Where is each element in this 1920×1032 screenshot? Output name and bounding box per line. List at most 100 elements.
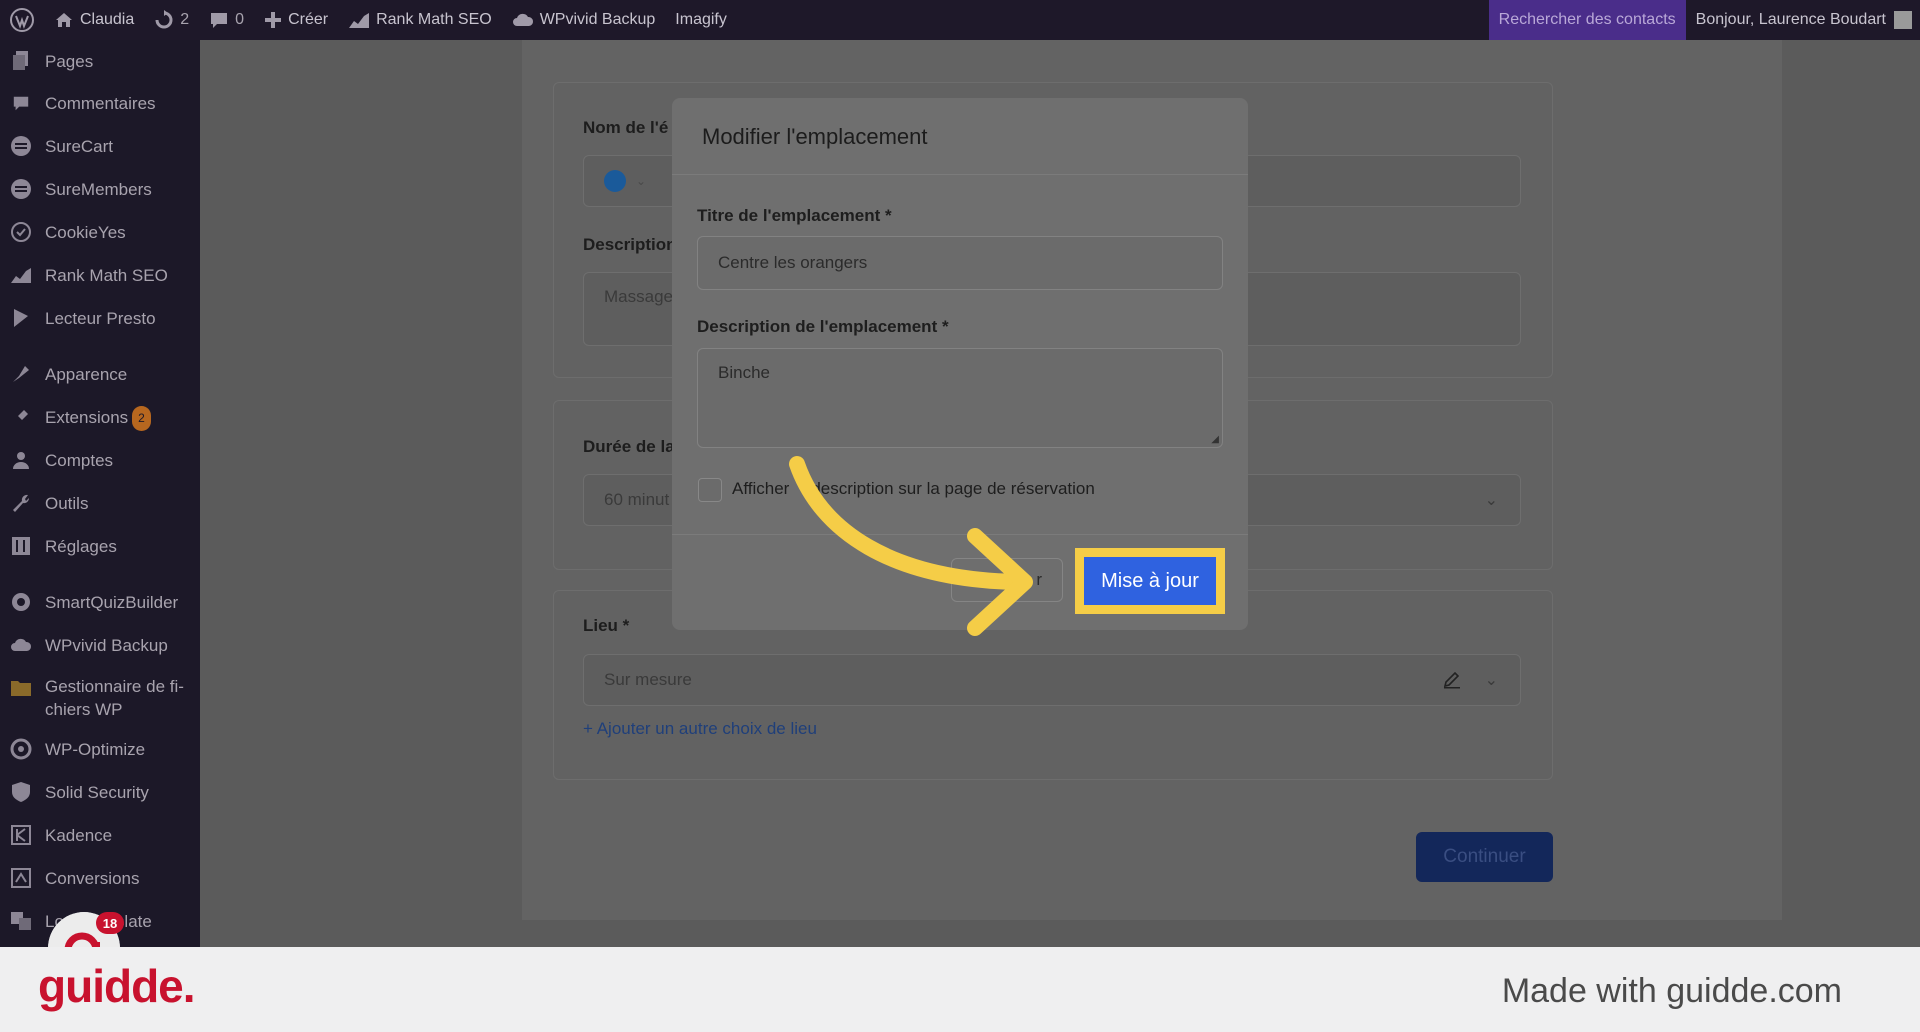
location-title-input[interactable]: Centre les orangers xyxy=(697,236,1223,290)
continue-button[interactable]: Continuer xyxy=(1416,832,1553,882)
recorder-count-badge: 18 xyxy=(96,912,124,934)
duration-value: 60 minut xyxy=(604,490,670,509)
description-label: Description xyxy=(583,235,677,254)
greeting-text: Bonjour, Laurence Boudart xyxy=(1695,11,1886,28)
sidebar-item-label: Conversions xyxy=(45,869,140,888)
updates-button[interactable]: 2 xyxy=(144,0,199,40)
tools-icon xyxy=(10,492,32,514)
description-value: Massage xyxy=(604,287,673,306)
sidebar-item-label: SureCart xyxy=(45,137,114,156)
made-with-text: Made with guidde.com xyxy=(1501,972,1842,1010)
location-title-label: Titre de l'emplacement * xyxy=(697,206,892,225)
add-location-link[interactable]: + Ajouter un autre choix de lieu xyxy=(583,719,817,739)
suremembers-icon xyxy=(10,178,32,200)
sidebar-item-plugins[interactable]: Extensions 2 xyxy=(0,406,200,432)
location-label: Lieu * xyxy=(583,616,630,635)
sidebar-item-file-manager[interactable]: Gestionnaire de fi-chiers WP xyxy=(0,675,200,725)
home-icon xyxy=(56,13,72,27)
sidebar-item-presto[interactable]: Lecteur Presto xyxy=(0,307,200,333)
sidebar-item-solid-security[interactable]: Solid Security xyxy=(0,781,200,807)
update-button-highlight: Mise à jour xyxy=(1075,548,1225,614)
admin-bar: Claudia 2 0 Créer Rank Math SEO WPvivid … xyxy=(0,0,1920,40)
sidebar-item-settings[interactable]: Réglages xyxy=(0,535,200,561)
cloud-icon xyxy=(10,634,32,656)
sidebar-item-label: Extensions 2 xyxy=(45,406,151,432)
sidebar-item-appearance[interactable]: Apparence xyxy=(0,363,200,389)
imagify-button[interactable]: Imagify xyxy=(665,0,737,40)
sidebar-item-suremembers[interactable]: SureMembers xyxy=(0,178,200,204)
account-menu[interactable]: Bonjour, Laurence Boudart xyxy=(1686,11,1920,29)
wordpress-logo-button[interactable] xyxy=(0,0,44,40)
comments-icon xyxy=(10,92,32,114)
show-description-checkbox[interactable] xyxy=(698,478,722,502)
wordpress-icon xyxy=(10,8,34,32)
conversions-icon xyxy=(10,867,32,889)
optimize-icon xyxy=(10,738,32,760)
sidebar-item-pages[interactable]: Pages xyxy=(0,50,200,76)
translate-icon xyxy=(10,910,32,932)
wpvivid-label: WPvivid Backup xyxy=(539,11,656,28)
refresh-icon xyxy=(155,10,173,29)
sidebar-item-rankmath[interactable]: Rank Math SEO xyxy=(0,264,200,290)
sidebar-item-label: WP-Optimize xyxy=(45,740,146,759)
rankmath-icon xyxy=(10,264,32,286)
cloud-icon xyxy=(512,13,533,26)
modal-title: Modifier l'emplacement xyxy=(702,124,928,149)
guidde-logo: guidde. xyxy=(38,960,196,1012)
resize-handle-icon[interactable]: ◢ xyxy=(1211,434,1219,445)
sidebar-item-wp-optimize[interactable]: WP-Optimize xyxy=(0,738,200,764)
avatar xyxy=(1894,11,1912,29)
sidebar-item-comments[interactable]: Commentaires xyxy=(0,92,200,118)
sidebar-item-conversions[interactable]: Conversions xyxy=(0,867,200,893)
update-button[interactable]: Mise à jour xyxy=(1081,554,1219,608)
chevron-down-icon: ⌄ xyxy=(1484,492,1498,509)
sidebar-item-wpvivid[interactable]: WPvivid Backup xyxy=(0,634,200,660)
rankmath-button[interactable]: Rank Math SEO xyxy=(338,0,502,40)
sidebar-item-label: Rank Math SEO xyxy=(45,266,168,285)
location-select[interactable]: Sur mesure ⌄ xyxy=(583,654,1521,706)
color-dot[interactable] xyxy=(604,170,626,192)
sidebar-item-kadence[interactable]: Kadence xyxy=(0,824,200,850)
pages-icon xyxy=(10,50,32,72)
sidebar-item-smartquizbuilder[interactable]: SmartQuizBuilder xyxy=(0,591,200,617)
comments-button[interactable]: 0 xyxy=(199,0,254,40)
sidebar-item-label: Lecteur Presto xyxy=(45,309,156,328)
sidebar-item-label: Outils xyxy=(45,494,89,513)
comment-bubble-icon xyxy=(211,13,228,28)
plugins-icon xyxy=(10,406,32,428)
site-name: Claudia xyxy=(80,11,135,28)
settings-icon xyxy=(10,535,32,557)
sidebar-item-cookieyes[interactable]: CookieYes xyxy=(0,221,200,247)
search-contacts-label: Rechercher des contacts xyxy=(1498,11,1676,28)
cookieyes-icon xyxy=(10,221,32,243)
appearance-icon xyxy=(10,363,32,385)
guidance-arrow-icon xyxy=(789,456,1033,636)
kadence-icon xyxy=(10,824,32,846)
wpvivid-button[interactable]: WPvivid Backup xyxy=(502,0,666,40)
edit-pencil-icon[interactable] xyxy=(1442,669,1462,694)
file-manager-icon xyxy=(10,677,32,699)
sidebar-item-label: Commentaires xyxy=(45,94,156,113)
sidebar-item-label: SmartQuizBuilder xyxy=(45,593,179,612)
rankmath-icon xyxy=(349,13,370,28)
plugins-update-badge: 2 xyxy=(132,406,151,432)
sidebar-item-surecart[interactable]: SureCart xyxy=(0,135,200,161)
sidebar-item-label: Réglages xyxy=(45,537,117,556)
sidebar-item-tools[interactable]: Outils xyxy=(0,492,200,518)
chevron-down-icon: ⌄ xyxy=(1484,672,1498,689)
sidebar-item-users[interactable]: Comptes xyxy=(0,449,200,475)
plus-icon xyxy=(265,12,282,28)
sidebar-item-label: SureMembers xyxy=(45,180,152,199)
create-button[interactable]: Créer xyxy=(254,0,338,40)
location-title-value: Centre les orangers xyxy=(718,253,868,272)
location-description-textarea[interactable]: Binche ◢ xyxy=(697,348,1223,448)
admin-sidebar: Pages Commentaires SureCart SureMembers … xyxy=(0,40,200,947)
search-contacts-button[interactable]: Rechercher des contacts xyxy=(1488,0,1686,40)
sidebar-item-label: Apparence xyxy=(45,365,128,384)
sidebar-item-label: WPvivid Backup xyxy=(45,636,168,655)
presto-icon xyxy=(10,307,32,329)
location-description-label: Description de l'emplacement * xyxy=(697,317,949,336)
site-name-button[interactable]: Claudia xyxy=(44,0,144,40)
sidebar-item-label: Comptes xyxy=(45,451,114,470)
sidebar-item-label: CookieYes xyxy=(45,223,126,242)
